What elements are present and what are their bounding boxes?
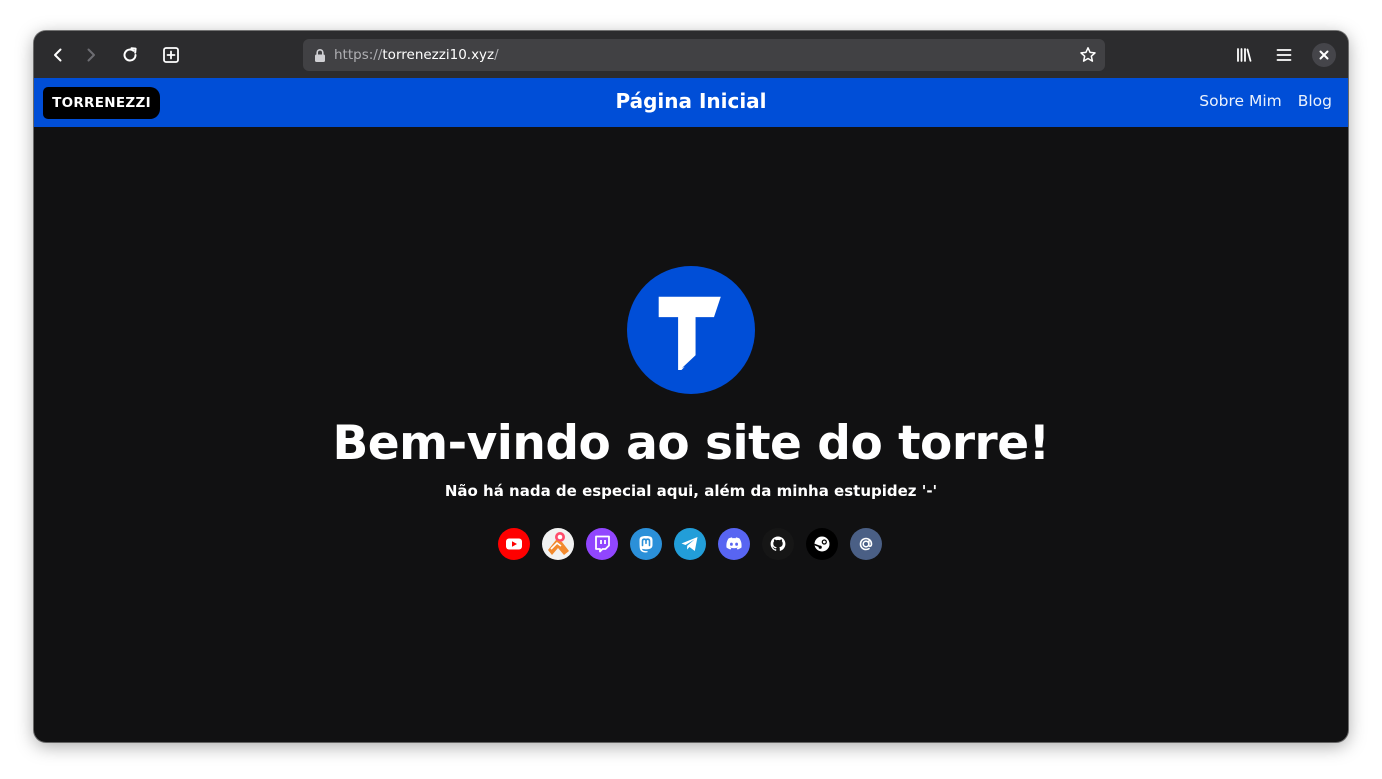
new-tab-button[interactable] [157, 41, 185, 69]
url-host: torrenezzi10.xyz [382, 47, 495, 63]
main-content: Bem-vindo ao site do torre! Não há nada … [34, 127, 1348, 742]
youtube-link[interactable] [498, 528, 530, 560]
back-button[interactable] [44, 41, 72, 69]
t-logo-icon [658, 296, 721, 370]
telegram-link[interactable] [674, 528, 706, 560]
nav-link-blog[interactable]: Blog [1298, 92, 1332, 110]
hero-subtitle: Não há nada de especial aqui, além da mi… [444, 482, 938, 500]
github-icon [762, 528, 794, 560]
reload-icon [123, 47, 137, 62]
twitch-icon [586, 528, 618, 560]
chevron-right-icon [87, 48, 95, 62]
discord-icon [718, 528, 750, 560]
nav-link-sobre-mim[interactable]: Sobre Mim [1199, 92, 1281, 110]
url-text: https://torrenezzi10.xyz/ [334, 46, 499, 64]
site-navbar: TORRENEZZI Página Inicial Sobre Mim Blog [34, 78, 1348, 127]
address-bar[interactable]: https://torrenezzi10.xyz/ [303, 39, 1105, 71]
forward-button[interactable] [77, 41, 105, 69]
email-icon [850, 528, 882, 560]
telegram-icon [674, 528, 706, 560]
library-button[interactable] [1230, 41, 1258, 69]
menu-button[interactable] [1270, 41, 1298, 69]
browser-window: https://torrenezzi10.xyz/ TORRENEZZI Pág… [34, 31, 1348, 742]
url-scheme: https:// [334, 47, 383, 63]
browser-toolbar: https://torrenezzi10.xyz/ [34, 31, 1348, 78]
steam-link[interactable] [806, 528, 838, 560]
nav-links: Sobre Mim Blog [1199, 92, 1332, 110]
plus-square-icon [163, 47, 179, 63]
hero-title: Bem-vindo ao site do torre! [332, 416, 1050, 471]
github-link[interactable] [762, 528, 794, 560]
close-icon [1319, 50, 1329, 60]
site-logo[interactable]: TORRENEZZI [43, 87, 160, 119]
page-title: Página Inicial [615, 89, 767, 113]
site-avatar [627, 266, 755, 394]
url-path: / [494, 47, 499, 63]
reload-button[interactable] [116, 41, 144, 69]
discord-link[interactable] [718, 528, 750, 560]
window-close-button[interactable] [1312, 43, 1336, 67]
lock-icon [315, 49, 325, 62]
bookmark-star-icon[interactable] [1079, 46, 1097, 64]
mastodon-icon [630, 528, 662, 560]
steam-icon [806, 528, 838, 560]
kofi-icon [542, 528, 574, 560]
social-links [498, 528, 882, 560]
youtube-icon [498, 528, 530, 560]
email-link[interactable] [850, 528, 882, 560]
hamburger-menu-icon [1276, 49, 1292, 61]
library-icon [1237, 48, 1252, 62]
mastodon-link[interactable] [630, 528, 662, 560]
chevron-left-icon [54, 48, 62, 62]
kofi-link[interactable] [542, 528, 574, 560]
twitch-link[interactable] [586, 528, 618, 560]
